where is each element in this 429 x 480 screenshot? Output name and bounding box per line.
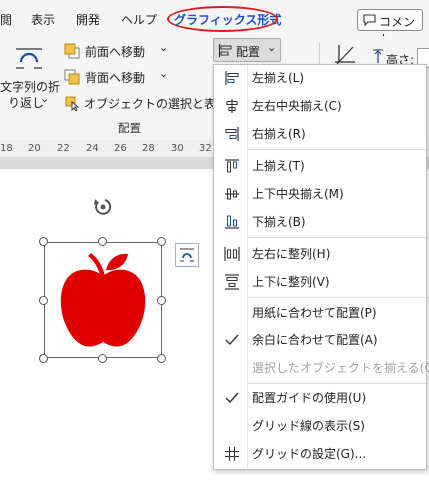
align-button[interactable]: 配置 ⌄: [213, 38, 281, 62]
tab-help[interactable]: ヘルプ: [121, 11, 157, 28]
align-right-icon: [225, 127, 239, 141]
align-top-icon: [225, 159, 239, 173]
chevron-down-icon: ⌄: [40, 92, 50, 105]
check-icon: [225, 334, 239, 346]
selection-pane-icon: [65, 96, 80, 111]
height-icon: [373, 49, 383, 63]
ruler-number: 26: [114, 143, 127, 154]
wrap-text-button[interactable]: 文字列の折 り返し ⌄: [0, 42, 60, 114]
ruler-number: 30: [171, 143, 184, 154]
chevron-down-icon: ⌄: [267, 41, 277, 54]
ruler-number: 28: [142, 143, 155, 154]
menu-label: 余白に合わせて配置(A): [252, 333, 378, 347]
ruler-number: 18: [0, 143, 13, 154]
menu-label: 上下に整列(V): [252, 275, 330, 289]
selection-pane-button[interactable]: オブジェクトの選択と表示: [64, 94, 228, 112]
resize-handle-bottom[interactable]: [98, 354, 107, 363]
distribute-horizontal-icon: [224, 247, 240, 261]
resize-handle-right[interactable]: [157, 296, 166, 305]
align-icon: [218, 44, 232, 57]
menu-separator: [248, 149, 426, 150]
rotate-handle-icon[interactable]: [92, 196, 114, 218]
ruler-number: 32: [199, 143, 212, 154]
align-middle-icon: [225, 188, 239, 200]
tab-review[interactable]: 閲: [0, 11, 12, 28]
menu-item-align-top[interactable]: [214, 153, 426, 179]
menu-label: 左右に整列(H): [252, 247, 331, 261]
comment-button[interactable]: コメント: [357, 9, 423, 46]
menu-item-align-bottom[interactable]: [214, 209, 426, 235]
align-bottom-icon: [225, 215, 239, 229]
ruler-number: 24: [86, 143, 99, 154]
distribute-vertical-icon: [225, 274, 239, 290]
ruler-number: 20: [28, 143, 41, 154]
wrap-text-icon: [16, 48, 42, 69]
wrap-text-label-1: 文字列の折: [0, 80, 61, 94]
grid-icon: [225, 447, 239, 461]
menu-label: 上下中央揃え(M): [252, 187, 344, 201]
tab-developer[interactable]: 開発: [76, 11, 100, 28]
check-icon: [225, 392, 239, 404]
resize-handle-top-left[interactable]: [39, 237, 48, 246]
menu-item-align-right[interactable]: [214, 121, 426, 147]
menu-separator: [248, 383, 426, 384]
resize-handle-left[interactable]: [39, 296, 48, 305]
layout-options-button[interactable]: [175, 243, 199, 267]
menu-label: 配置ガイドの使用(U): [252, 391, 367, 405]
resize-handle-top-right[interactable]: [157, 237, 166, 246]
chevron-down-icon: ⌄: [159, 41, 169, 54]
menu-label: 左右中央揃え(C): [252, 99, 342, 113]
layout-options-icon: [180, 248, 194, 262]
ruler-number: 22: [57, 143, 70, 154]
menu-label: 右揃え(R): [252, 127, 306, 141]
wrap-text-label-2: り返し: [8, 96, 45, 110]
comment-icon: [363, 14, 376, 26]
menu-label: 下揃え(B): [252, 215, 306, 229]
resize-handle-top[interactable]: [98, 237, 107, 246]
menu-label: 左揃え(L): [252, 71, 305, 85]
menu-label: グリッド線の表示(S): [252, 419, 365, 433]
menu-label: 上揃え(T): [252, 159, 305, 173]
menu-separator: [248, 297, 426, 298]
align-label: 配置: [236, 45, 261, 59]
send-backward-label: 背面へ移動: [85, 71, 146, 85]
resize-handle-bottom-left[interactable]: [39, 354, 48, 363]
tab-view[interactable]: 表示: [31, 11, 55, 28]
align-left-icon: [225, 71, 239, 85]
send-backward-icon: [64, 69, 80, 85]
bring-forward-button[interactable]: 前面へ移動 ⌄: [64, 41, 174, 60]
highlight-oval: [167, 6, 278, 32]
menu-label: 選択したオブジェクトを揃える(O): [252, 361, 429, 375]
resize-handle-bottom-right[interactable]: [157, 354, 166, 363]
apple-shape[interactable]: [56, 250, 150, 352]
align-center-icon: [226, 99, 238, 113]
menu-label: グリッドの設定(G)...: [252, 447, 367, 461]
bring-forward-label: 前面へ移動: [85, 45, 146, 59]
menu-item-align-left[interactable]: [214, 65, 426, 91]
chevron-down-icon: ⌄: [159, 67, 169, 80]
bring-forward-icon: [64, 43, 80, 59]
send-backward-button[interactable]: 背面へ移動 ⌄: [64, 67, 174, 86]
selection-pane-label: オブジェクトの選択と表示: [84, 97, 229, 111]
arrange-group-caption: 配置: [118, 121, 141, 135]
menu-label: 用紙に合わせて配置(P): [252, 306, 377, 320]
menu-separator: [248, 237, 426, 238]
